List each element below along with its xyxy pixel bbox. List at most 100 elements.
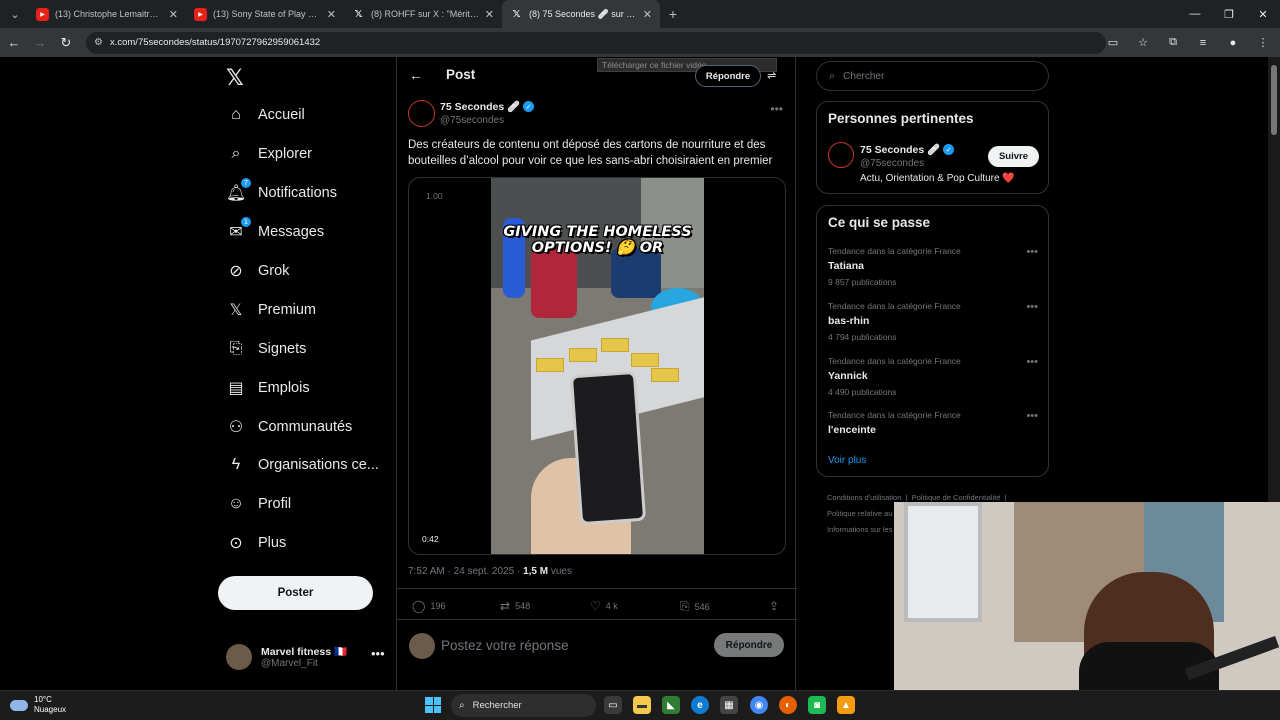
nvidia-icon[interactable]: ◣ [662, 696, 680, 714]
trend-category: Tendance dans la catégorie France [828, 356, 961, 366]
close-tab-icon[interactable]: ✕ [485, 8, 494, 21]
address-bar[interactable]: ⚙ x.com/75secondes/status/19707279629590… [86, 31, 1106, 54]
close-tab-icon[interactable]: ✕ [327, 8, 336, 21]
browser-tab[interactable]: ▶ (13) Christophe Lemaitre, les de ✕ [28, 0, 186, 28]
task-view-icon[interactable]: ▭ [604, 696, 622, 714]
new-tab-button[interactable]: + [660, 6, 686, 22]
weather-desc: Nuageux [34, 705, 67, 714]
video-scene-tray [601, 338, 629, 352]
app-icon[interactable]: ◙ [808, 696, 826, 714]
see-more-link[interactable]: Voir plus [828, 455, 866, 466]
store-icon[interactable]: ▦ [720, 696, 738, 714]
more-dots-icon[interactable]: ••• [1026, 246, 1038, 258]
author-name-text: 75 Secondes 🩹 [440, 101, 521, 113]
more-dots-icon[interactable]: ••• [1026, 301, 1038, 313]
nav-item-premium[interactable]: 𝕏 Premium [226, 300, 316, 320]
author-handle: @75secondes [440, 115, 505, 126]
repost-action[interactable]: ⇄ 548 [500, 599, 530, 613]
repost-icon: ⇄ [500, 599, 511, 613]
extensions-icon[interactable]: ⧉ [1162, 32, 1184, 54]
site-info-icon[interactable]: ⚙ [94, 37, 103, 48]
reply-button-top[interactable]: Répondre [695, 65, 761, 87]
browser-tab-active[interactable]: 𝕏 (8) 75 Secondes 🩹 sur X : "Des ✕ [502, 0, 660, 28]
video-player[interactable]: 1.00 GIVING THE HOMELESS OPTIONS! 🤔 OR 0… [408, 177, 786, 555]
bookmark-action[interactable]: ⎘ 546 [680, 599, 710, 614]
tab-title: (8) ROHFF sur X : "Mérité 👏" [371, 8, 479, 19]
terms-link[interactable]: Conditions d'utilisation [827, 493, 901, 502]
maximize-icon[interactable]: ❐ [1212, 0, 1246, 28]
browser-tab[interactable]: ▶ (13) Sony State of Play Septemb ✕ [186, 0, 344, 28]
search-input[interactable]: ⌕ Chercher [816, 61, 1049, 91]
video-frame[interactable]: GIVING THE HOMELESS OPTIONS! 🤔 OR [491, 178, 704, 554]
nav-item-organisations[interactable]: ϟ Organisations ce... [226, 455, 379, 475]
nav-label: Accueil [258, 107, 305, 123]
video-scene-phone [569, 370, 647, 526]
nav-item-home[interactable]: ⌂ Accueil [226, 105, 305, 125]
post-timestamp[interactable]: 7:52 AM · 24 sept. 2025 · [408, 566, 523, 577]
more-dots-icon[interactable]: ••• [371, 646, 385, 661]
more-dots-icon[interactable]: ••• [770, 102, 783, 116]
nav-item-more[interactable]: ⊙ Plus [226, 533, 286, 553]
trend-item[interactable]: Tendance dans la catégorie France Tatian… [828, 246, 1038, 287]
firefox-icon[interactable]: ◐ [779, 696, 797, 714]
cast-icon[interactable]: ▭ [1102, 32, 1124, 54]
trend-category: Tendance dans la catégorie France [828, 246, 961, 256]
file-explorer-icon[interactable]: ▬ [633, 696, 651, 714]
comment-icon: ◯ [412, 599, 426, 613]
close-window-icon[interactable]: ✕ [1246, 0, 1280, 28]
nav-item-notifications[interactable]: 🔔︎ 7 Notifications [226, 178, 337, 203]
tab-search-button[interactable]: ⌄ [2, 3, 28, 25]
profile-avatar-icon[interactable]: ● [1222, 32, 1244, 54]
share-action[interactable]: ⇪ [769, 599, 784, 613]
edge-icon[interactable]: e [691, 696, 709, 714]
minimize-icon[interactable]: — [1178, 0, 1212, 28]
chrome-icon[interactable]: ◉ [750, 696, 768, 714]
reply-button[interactable]: Répondre [714, 633, 784, 657]
close-tab-icon[interactable]: ✕ [643, 8, 652, 21]
nav-item-grok[interactable]: ⊘ Grok [226, 261, 289, 281]
bookmark-star-icon[interactable]: ☆ [1132, 32, 1154, 54]
account-handle: @Marvel_Fit [261, 658, 318, 669]
relevant-person-name[interactable]: 75 Secondes 🩹 ✓ [860, 143, 955, 156]
taskbar-search[interactable]: ⌕ Rechercher [451, 694, 596, 717]
browser-tab[interactable]: 𝕏 (8) ROHFF sur X : "Mérité 👏" ✕ [344, 0, 502, 28]
nav-item-communities[interactable]: ⚇ Communautés [226, 417, 352, 437]
forward-arrow-icon[interactable]: → [28, 31, 52, 55]
back-arrow-icon[interactable]: ← [2, 31, 26, 55]
like-action[interactable]: ♡ 4 k [590, 599, 618, 613]
trend-item[interactable]: Tendance dans la catégorie France bas-rh… [828, 301, 1038, 342]
more-dots-icon[interactable]: ••• [1026, 356, 1038, 368]
nav-item-bookmarks[interactable]: ⎘ Signets [226, 339, 307, 359]
scrollbar-thumb[interactable] [1271, 65, 1277, 135]
trend-topic: Tatiana [828, 260, 864, 272]
trend-item[interactable]: Tendance dans la catégorie France l'ence… [828, 410, 1038, 436]
vlc-icon[interactable]: ▲ [837, 696, 855, 714]
reading-list-icon[interactable]: ≡ [1192, 32, 1214, 54]
relevant-people-title: Personnes pertinentes [828, 111, 974, 126]
back-arrow-icon[interactable]: ← [409, 67, 423, 83]
reply-action[interactable]: ◯ 196 [412, 599, 445, 613]
account-switcher[interactable]: Marvel fitness 🇫🇷 @Marvel_Fit ••• [226, 644, 385, 670]
post-author[interactable]: 75 Secondes 🩹 ✓ @75secondes [408, 100, 535, 127]
nav-item-profile[interactable]: ☺ Profil [226, 494, 291, 514]
avatar[interactable] [828, 142, 854, 168]
more-dots-icon[interactable]: ••• [1026, 410, 1038, 422]
nav-item-jobs[interactable]: ▤ Emplois [226, 378, 309, 398]
close-tab-icon[interactable]: ✕ [169, 8, 178, 21]
url-text: x.com/75secondes/status/1970727962959061… [109, 37, 321, 48]
nav-label: Notifications [258, 185, 337, 201]
trend-item[interactable]: Tendance dans la catégorie France Yannic… [828, 356, 1038, 397]
browser-menu-icon[interactable]: ⋮ [1252, 32, 1274, 54]
weather-widget[interactable]: 10°C Nuageux [10, 695, 66, 715]
tab-title: (13) Sony State of Play Septemb [213, 9, 321, 19]
reload-icon[interactable]: ↻ [54, 31, 78, 55]
nav-item-explore[interactable]: ⌕ Explorer [226, 144, 312, 164]
settings-sliders-icon[interactable]: ⇌ [767, 69, 776, 82]
x-logo-icon[interactable]: 𝕏 [226, 65, 244, 91]
windows-start-icon[interactable] [425, 697, 441, 713]
reply-input[interactable]: Postez votre réponse [441, 638, 569, 653]
privacy-link[interactable]: Politique de Confidentialité [912, 493, 1001, 502]
nav-item-messages[interactable]: ✉ 1 Messages [226, 217, 324, 242]
post-button[interactable]: Poster [218, 576, 373, 610]
follow-button[interactable]: Suivre [988, 146, 1039, 167]
